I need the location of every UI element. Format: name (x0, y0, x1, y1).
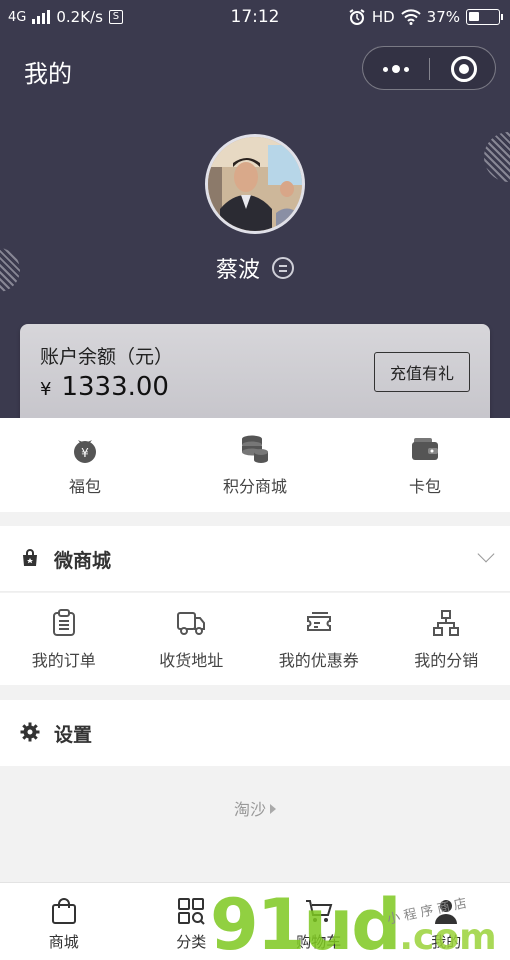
avatar[interactable] (205, 134, 305, 234)
status-bar: 4G 0.2K/s S 17:12 HD 37% (0, 0, 510, 34)
quick-action-label: 积分商城 (222, 477, 287, 496)
currency-symbol: ¥ (40, 379, 52, 400)
page-title: 我的 (24, 60, 72, 88)
mall-item-label: 我的优惠券 (278, 651, 359, 670)
mall-item-label: 我的订单 (31, 651, 96, 670)
mall-item-address[interactable]: 收货地址 (128, 593, 256, 685)
lucky-bag-icon: ¥ (74, 440, 96, 463)
profile-header: 4G 0.2K/s S 17:12 HD 37% 我的 蔡波 账户余额（元） ¥… (0, 0, 510, 434)
mall-item-label: 收货地址 (159, 651, 224, 670)
avatar-photo (208, 137, 302, 231)
balance-label: 账户余额（元） (40, 346, 174, 368)
hd-indicator: HD (371, 8, 395, 26)
micro-mall-grid: 我的订单 收货地址 我的优惠券 我的分销 (0, 593, 510, 685)
quick-action-label: 福包 (68, 477, 101, 496)
chevron-down-icon[interactable] (477, 545, 495, 563)
shop-bag-icon (23, 549, 37, 566)
quick-action-points-mall[interactable]: 积分商城 (170, 418, 340, 512)
coupon-icon (306, 612, 331, 631)
wallet-icon (412, 438, 438, 460)
gear-icon (20, 722, 40, 742)
wifi-icon (400, 9, 421, 25)
switch-account-icon[interactable] (272, 257, 294, 279)
battery-icon (466, 9, 503, 25)
mall-item-distribution[interactable]: 我的分销 (383, 593, 510, 685)
shopping-bag-icon (51, 898, 76, 924)
tab-label: 分类 (176, 933, 207, 951)
tab-label: 商城 (48, 933, 79, 951)
recharge-button[interactable]: 充值有礼 (374, 352, 470, 392)
mall-item-label: 我的分销 (414, 651, 479, 670)
footer-link-text: 淘沙 (233, 800, 266, 819)
truck-icon (177, 612, 206, 635)
more-dots-icon[interactable] (363, 47, 429, 91)
quick-action-card-wallet[interactable]: 卡包 (340, 418, 510, 512)
mall-item-orders[interactable]: 我的订单 (0, 593, 128, 685)
balance-amount: 1333.00 (61, 372, 169, 402)
micro-mall-header[interactable]: 微商城 (0, 526, 510, 592)
hierarchy-icon (433, 610, 460, 636)
footer-link[interactable]: 淘沙 (0, 796, 510, 820)
decorative-circle-right (484, 132, 510, 182)
quick-actions: ¥ 福包 积分商城 卡包 (0, 418, 510, 512)
category-grid-icon (178, 898, 205, 925)
quick-action-label: 卡包 (408, 477, 441, 496)
quick-action-lucky-bag[interactable]: ¥ 福包 (0, 418, 170, 512)
settings-row[interactable]: 设置 (0, 700, 510, 766)
coins-stack-icon (242, 435, 268, 463)
username: 蔡波 (215, 258, 260, 283)
battery-percent: 37% (426, 8, 460, 26)
svg-text:¥: ¥ (81, 446, 89, 460)
clipboard-icon (52, 609, 75, 636)
micro-mall-title: 微商城 (54, 550, 112, 572)
target-circle-icon[interactable] (451, 56, 477, 82)
battery-fill (469, 12, 479, 21)
mini-program-capsule (362, 46, 496, 90)
tab-mall[interactable]: 商城 (0, 883, 128, 960)
alarm-icon (349, 9, 365, 25)
settings-title: 设置 (54, 724, 93, 746)
triangle-right-icon (270, 804, 276, 814)
mall-item-coupons[interactable]: 我的优惠券 (255, 593, 383, 685)
